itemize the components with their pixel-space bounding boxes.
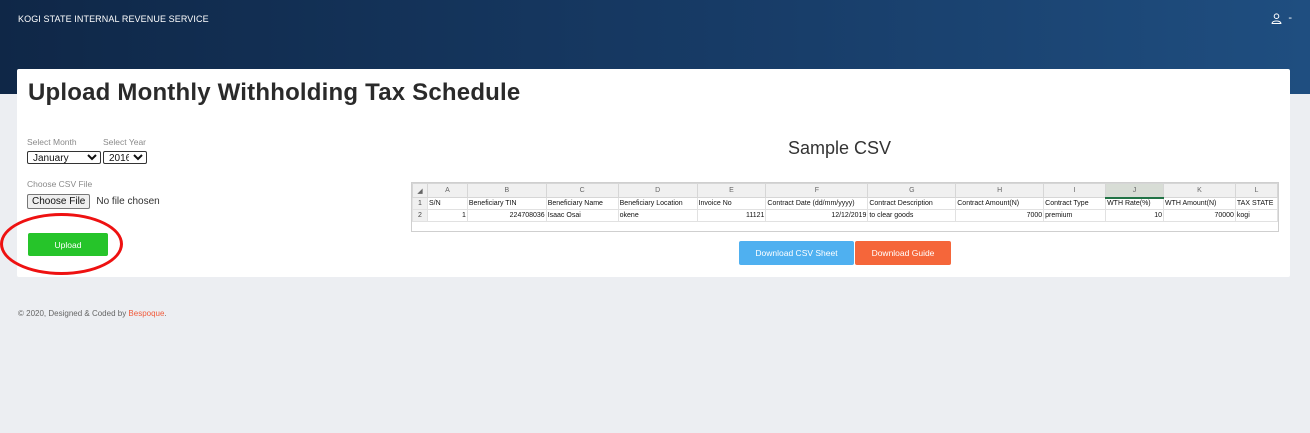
header-cell: Beneficiary Location (617, 197, 698, 210)
table-cell: premium (1043, 209, 1107, 222)
table-cell: 11121 (696, 209, 767, 222)
month-select[interactable]: January (27, 151, 101, 164)
column-letter: C (545, 183, 619, 198)
header-cell: WTH Amount(N) (1163, 197, 1236, 210)
column-letter: H (955, 183, 1045, 198)
column-letter: B (466, 183, 547, 198)
select-month-label: Select Month (27, 137, 77, 147)
year-select[interactable]: 2016 (103, 151, 147, 164)
header-cell: WTH Rate(%) (1105, 197, 1164, 210)
header-cell: S/N (426, 197, 468, 210)
column-letter: D (617, 183, 698, 198)
table-cell: 7000 (955, 209, 1045, 222)
table-cell: 12/12/2019 (765, 209, 869, 222)
table-cell: kogi (1234, 209, 1278, 222)
app-brand[interactable]: KOGI STATE INTERNAL REVENUE SERVICE (18, 14, 209, 24)
column-letter: F (765, 183, 869, 198)
table-cell: okene (617, 209, 698, 222)
footer-link[interactable]: Bespoque (128, 309, 164, 318)
footer-suffix: . (164, 309, 167, 318)
header-cell: Invoice No (696, 197, 767, 210)
column-letter: E (696, 183, 767, 198)
row-number: 1 (412, 197, 428, 210)
download-csv-button[interactable]: Download CSV Sheet (739, 241, 854, 265)
annotation-circle (0, 213, 123, 275)
sample-spreadsheet-image: ◢ A B C D E F G H I J K L 1 S/N Benefici… (411, 182, 1279, 232)
column-letter-row: ◢ A B C D E F G H I J K L (412, 183, 1278, 199)
user-icon (1271, 12, 1282, 24)
page-title: Upload Monthly Withholding Tax Schedule (28, 79, 521, 106)
header-cell: Contract Date (dd/mm/yyyy) (765, 197, 869, 210)
column-letter: A (426, 183, 468, 198)
table-cell: 224708036 (466, 209, 547, 222)
file-input[interactable]: Choose File No file chosen (27, 194, 160, 209)
footer: © 2020, Designed & Coded by Bespoque. (18, 309, 167, 318)
select-year-label: Select Year (103, 137, 147, 147)
column-letter: J (1105, 183, 1164, 199)
download-guide-button[interactable]: Download Guide (855, 241, 951, 265)
column-letter: G (867, 183, 957, 198)
table-cell: 1 (426, 209, 468, 222)
column-letter: I (1043, 183, 1107, 198)
column-letter: K (1163, 183, 1236, 198)
sample-csv-title: Sample CSV (788, 138, 892, 158)
column-letter: L (1234, 183, 1278, 198)
corner-cell: ◢ (412, 183, 428, 198)
csv-file-label: Choose CSV File (27, 179, 93, 189)
user-name: - (1288, 12, 1292, 24)
header-cell: Contract Type (1043, 197, 1107, 210)
upload-card: Upload Monthly Withholding Tax Schedule … (0, 69, 1290, 277)
header-cell: Beneficiary TIN (466, 197, 547, 210)
header-cell: Contract Amount(N) (955, 197, 1045, 210)
table-cell: 10 (1105, 209, 1164, 222)
footer-text: © 2020, Designed & Coded by (18, 309, 129, 318)
header-cell: Beneficiary Name (545, 197, 619, 210)
user-menu[interactable]: - (1271, 12, 1292, 24)
table-cell: 70000 (1163, 209, 1236, 222)
header-cell: TAX STATE (1234, 197, 1278, 210)
table-header-row: 1 S/N Beneficiary TIN Beneficiary Name B… (412, 197, 1278, 210)
table-cell: Isaac Osai (545, 209, 619, 222)
file-status: No file chosen (96, 196, 160, 207)
choose-file-button[interactable]: Choose File (27, 194, 91, 209)
header-cell: Contract Description (867, 197, 957, 210)
table-cell: to clear goods (867, 209, 957, 222)
table-row: 2 1 224708036 Isaac Osai okene 11121 12/… (412, 209, 1278, 222)
row-number: 2 (412, 209, 428, 222)
